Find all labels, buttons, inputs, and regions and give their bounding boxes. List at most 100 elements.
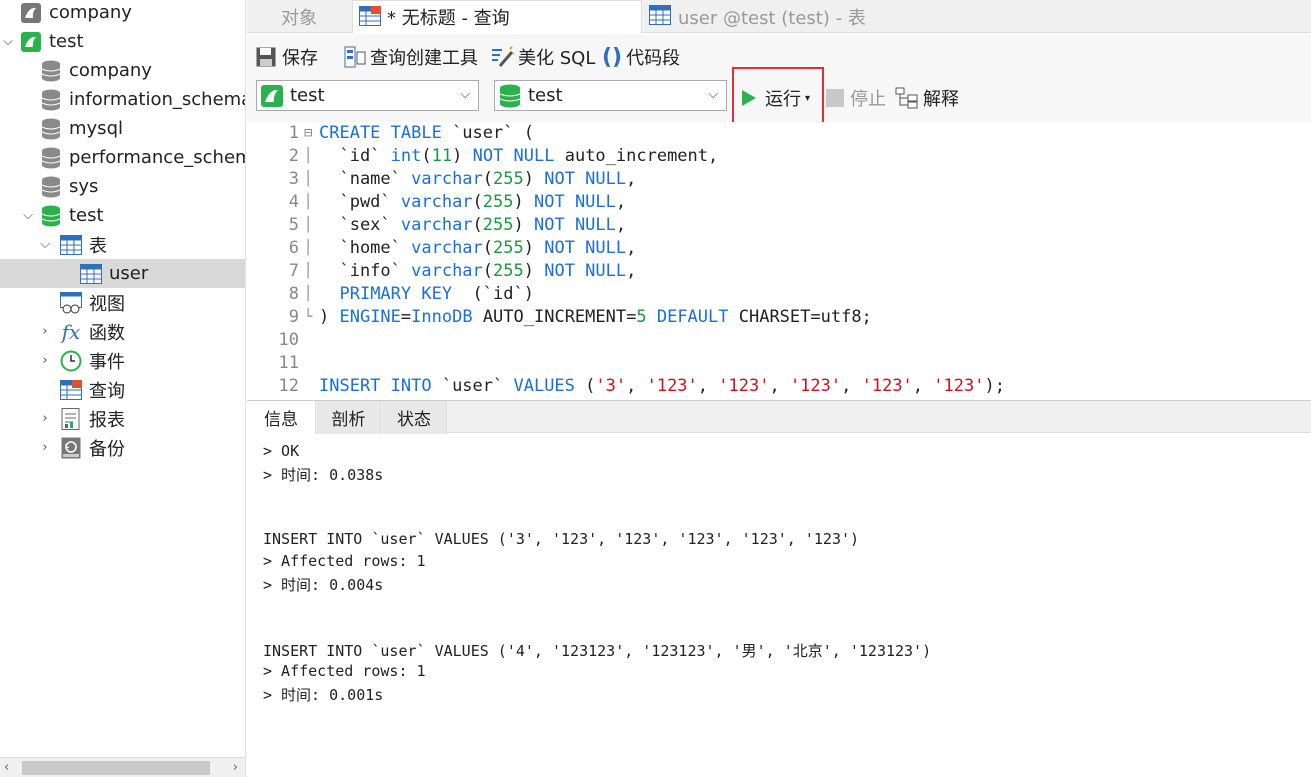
chevron-right-icon[interactable]: › [38,440,52,455]
tree-label: 表 [89,235,107,257]
tree-db-test[interactable]: ⌵ test [0,201,245,230]
tree-group-backup[interactable]: › 备份 [0,433,245,462]
tree-label: 函数 [89,322,125,344]
clock-icon [60,350,82,372]
play-icon [742,90,756,106]
tree-connection-company[interactable]: company [0,0,245,27]
tree-label: information_schema [69,89,246,110]
tree-label: company [69,60,152,81]
tab-status[interactable]: 状态 [382,401,447,434]
tree-db-sys[interactable]: sys [0,172,245,201]
tree-db-mysql[interactable]: mysql [0,114,245,143]
view-icon [60,291,82,314]
tree-db-performance-schema[interactable]: performance_schema [0,143,246,172]
database-icon [40,89,62,111]
function-icon: fx [61,319,81,344]
stop-icon [826,89,844,107]
scroll-right-icon[interactable]: › [233,758,238,777]
query-builder-icon [344,46,366,68]
tree-group-events[interactable]: › 事件 [0,346,245,375]
tree-label: 报表 [89,409,125,431]
tree-label: 查询 [89,380,125,402]
tab-label: 对象 [281,7,317,29]
tab-label: user @test (test) - 表 [678,7,866,29]
tree-label: company [49,2,132,23]
report-icon [60,407,82,430]
explain-icon [895,87,918,109]
mysql-connection-icon [20,2,42,24]
scroll-left-icon[interactable]: ‹ [4,758,9,777]
tree-label: 视图 [89,293,125,315]
output-line: > 时间: 0.001s [263,686,384,704]
result-tab-bar: 信息 剖析 状态 [247,400,1311,434]
tab-label: * 无标题 - 查询 [387,8,510,29]
tree-connection-test[interactable]: ⌵ test [0,27,245,56]
explain-button[interactable]: 解释 [895,85,959,111]
output-line: > Affected rows: 1 [263,552,426,570]
run-button[interactable]: 运行 ▾ [741,85,810,111]
table-icon [80,263,102,285]
output-line: INSERT INTO `user` VALUES ('4', '123123'… [263,642,932,660]
chevron-down-icon[interactable]: ⌵ [38,237,52,252]
tab-user-table[interactable]: user @test (test) - 表 [643,0,936,33]
chevron-down-icon: ⌵ [708,87,718,102]
tree-label: user [109,263,149,284]
table-icon [60,234,82,256]
query-toolbar: 保存 查询创建工具 美化 SQL () 代码段 test ⌵ test ⌵ 运行… [247,34,1311,128]
chevron-down-icon[interactable]: ⌵ [21,208,35,223]
database-icon [40,176,62,198]
tree-db-information-schema[interactable]: information_schema [0,85,246,114]
tree-db-company[interactable]: company [0,56,245,85]
tree-label: 事件 [89,351,125,373]
chevron-right-icon[interactable]: › [38,411,52,426]
output-line: > Affected rows: 1 [263,662,426,680]
tree-label: performance_schema [69,147,246,168]
navigation-tree: company ⌵ test company information_schem… [0,0,246,777]
database-select[interactable]: test ⌵ [494,80,727,111]
query-builder-button[interactable]: 查询创建工具 [344,44,478,70]
mysql-connection-icon [20,31,42,53]
output-line: INSERT INTO `user` VALUES ('3', '123', '… [263,530,860,548]
code-snippet-button[interactable]: () 代码段 [602,44,680,70]
fold-marker-icon[interactable]: ⊟ [304,122,312,145]
tab-objects[interactable]: 对象 [247,0,351,33]
tab-info[interactable]: 信息 [247,401,316,434]
beautify-sql-button[interactable]: 美化 SQL [490,44,595,70]
chevron-down-icon[interactable]: ⌵ [1,34,15,49]
chevron-right-icon[interactable]: › [38,353,52,368]
app-window: company ⌵ test company information_schem… [0,0,1311,777]
tree-group-views[interactable]: 视图 [0,288,245,317]
magic-wand-icon [492,46,514,67]
tab-untitled-query[interactable]: * 无标题 - 查询 [352,0,642,33]
tree-group-queries[interactable]: 查询 [0,375,245,404]
sql-editor[interactable]: 1 ⊟ CREATE TABLE `user` ( 2 │ `id` int(11) … [247,122,1311,398]
dropdown-arrow-icon[interactable]: ▾ [805,93,810,104]
stop-button[interactable]: 停止 [826,85,886,111]
database-icon [40,118,62,140]
database-icon [40,147,62,169]
tree-label: test [49,31,84,52]
output-line: > 时间: 0.004s [263,576,384,594]
chevron-down-icon: ⌵ [460,87,470,102]
table-icon [649,5,671,30]
sidebar-horizontal-scrollbar[interactable]: ‹ › [0,757,245,777]
scrollbar-thumb[interactable] [22,761,210,775]
connection-select[interactable]: test ⌵ [256,80,479,111]
tree-group-functions[interactable]: › fx 函数 [0,317,245,346]
database-icon [499,84,521,113]
chevron-right-icon[interactable]: › [38,324,52,339]
tree-table-user[interactable]: user [0,259,245,288]
mysql-connection-icon [261,85,283,112]
tree-label: 备份 [89,438,125,460]
tree-group-tables[interactable]: ⌵ 表 [0,230,245,259]
output-line: > 时间: 0.038s [263,466,384,484]
tree-group-reports[interactable]: › 报表 [0,404,245,433]
save-button[interactable]: 保存 [256,44,318,70]
database-icon [40,205,62,227]
tab-profile[interactable]: 剖析 [317,401,381,434]
tree-label: mysql [69,118,123,139]
tab-bar: 对象 * 无标题 - 查询 user @test (test) - 表 [247,0,1311,33]
parentheses-icon: () [602,44,623,70]
save-icon [256,47,276,67]
database-icon [40,60,62,82]
